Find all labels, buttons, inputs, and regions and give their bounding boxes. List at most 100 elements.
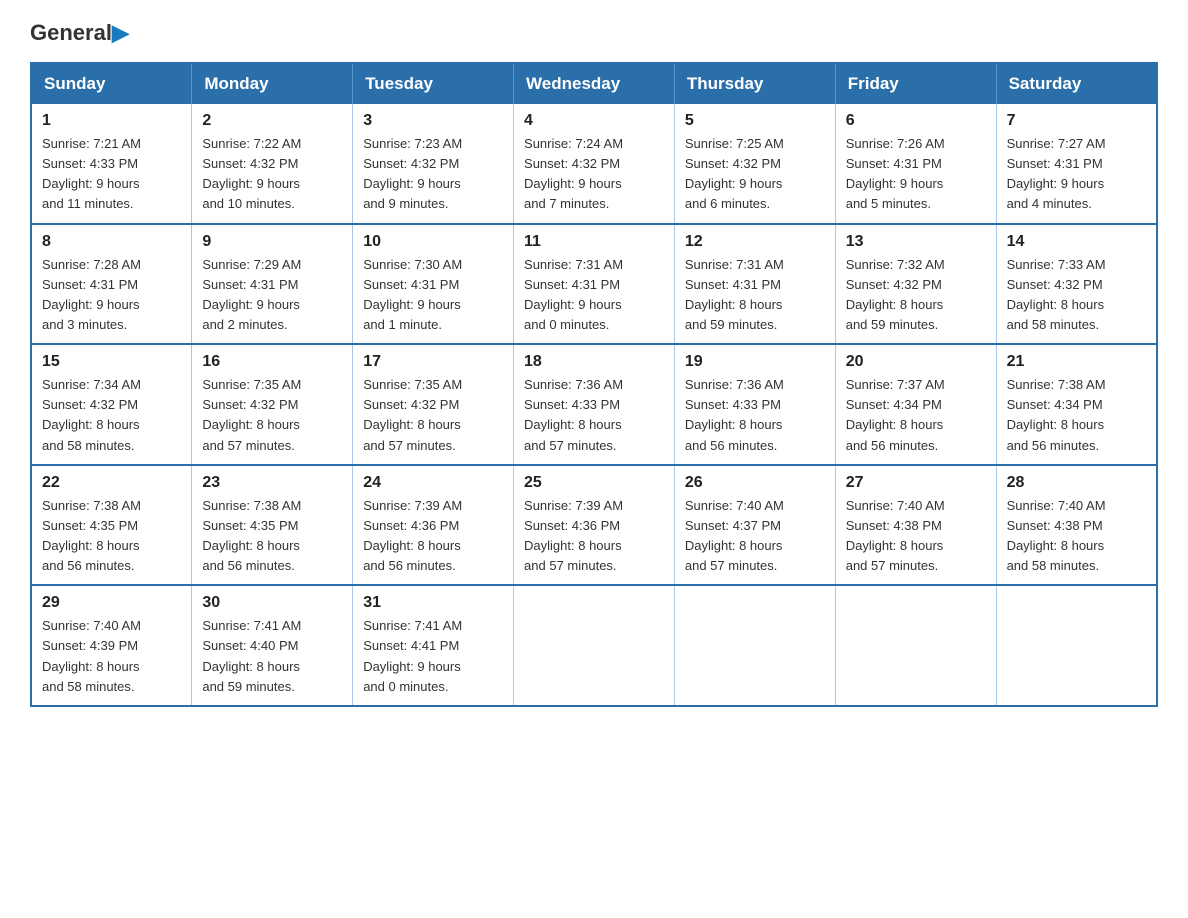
day-info: Sunrise: 7:39 AMSunset: 4:36 PMDaylight:… xyxy=(524,496,664,577)
day-info: Sunrise: 7:27 AMSunset: 4:31 PMDaylight:… xyxy=(1007,134,1146,215)
day-info: Sunrise: 7:31 AMSunset: 4:31 PMDaylight:… xyxy=(524,255,664,336)
calendar-cell: 6 Sunrise: 7:26 AMSunset: 4:31 PMDayligh… xyxy=(835,104,996,224)
calendar-cell: 3 Sunrise: 7:23 AMSunset: 4:32 PMDayligh… xyxy=(353,104,514,224)
day-info: Sunrise: 7:29 AMSunset: 4:31 PMDaylight:… xyxy=(202,255,342,336)
day-info: Sunrise: 7:22 AMSunset: 4:32 PMDaylight:… xyxy=(202,134,342,215)
calendar-cell: 26 Sunrise: 7:40 AMSunset: 4:37 PMDaylig… xyxy=(674,465,835,586)
calendar-cell: 1 Sunrise: 7:21 AMSunset: 4:33 PMDayligh… xyxy=(31,104,192,224)
day-number: 25 xyxy=(524,474,664,492)
calendar-cell: 7 Sunrise: 7:27 AMSunset: 4:31 PMDayligh… xyxy=(996,104,1157,224)
day-info: Sunrise: 7:35 AMSunset: 4:32 PMDaylight:… xyxy=(363,375,503,456)
day-info: Sunrise: 7:37 AMSunset: 4:34 PMDaylight:… xyxy=(846,375,986,456)
day-number: 28 xyxy=(1007,474,1146,492)
calendar-cell: 24 Sunrise: 7:39 AMSunset: 4:36 PMDaylig… xyxy=(353,465,514,586)
day-info: Sunrise: 7:31 AMSunset: 4:31 PMDaylight:… xyxy=(685,255,825,336)
calendar-cell: 21 Sunrise: 7:38 AMSunset: 4:34 PMDaylig… xyxy=(996,344,1157,465)
day-info: Sunrise: 7:28 AMSunset: 4:31 PMDaylight:… xyxy=(42,255,181,336)
day-number: 29 xyxy=(42,594,181,612)
day-number: 17 xyxy=(363,353,503,371)
calendar-cell: 12 Sunrise: 7:31 AMSunset: 4:31 PMDaylig… xyxy=(674,224,835,345)
calendar-cell: 16 Sunrise: 7:35 AMSunset: 4:32 PMDaylig… xyxy=(192,344,353,465)
day-number: 11 xyxy=(524,233,664,251)
day-info: Sunrise: 7:41 AMSunset: 4:41 PMDaylight:… xyxy=(363,616,503,697)
calendar-cell: 4 Sunrise: 7:24 AMSunset: 4:32 PMDayligh… xyxy=(514,104,675,224)
calendar-cell xyxy=(996,585,1157,706)
day-info: Sunrise: 7:26 AMSunset: 4:31 PMDaylight:… xyxy=(846,134,986,215)
day-info: Sunrise: 7:38 AMSunset: 4:35 PMDaylight:… xyxy=(202,496,342,577)
day-info: Sunrise: 7:40 AMSunset: 4:38 PMDaylight:… xyxy=(846,496,986,577)
calendar-cell: 25 Sunrise: 7:39 AMSunset: 4:36 PMDaylig… xyxy=(514,465,675,586)
day-number: 5 xyxy=(685,112,825,130)
calendar-cell: 19 Sunrise: 7:36 AMSunset: 4:33 PMDaylig… xyxy=(674,344,835,465)
day-info: Sunrise: 7:38 AMSunset: 4:34 PMDaylight:… xyxy=(1007,375,1146,456)
day-number: 9 xyxy=(202,233,342,251)
day-info: Sunrise: 7:40 AMSunset: 4:37 PMDaylight:… xyxy=(685,496,825,577)
day-number: 31 xyxy=(363,594,503,612)
day-number: 4 xyxy=(524,112,664,130)
calendar-cell: 17 Sunrise: 7:35 AMSunset: 4:32 PMDaylig… xyxy=(353,344,514,465)
calendar-cell: 8 Sunrise: 7:28 AMSunset: 4:31 PMDayligh… xyxy=(31,224,192,345)
calendar-week-row: 15 Sunrise: 7:34 AMSunset: 4:32 PMDaylig… xyxy=(31,344,1157,465)
day-info: Sunrise: 7:36 AMSunset: 4:33 PMDaylight:… xyxy=(524,375,664,456)
calendar-cell xyxy=(674,585,835,706)
column-header-thursday: Thursday xyxy=(674,63,835,104)
calendar-cell: 29 Sunrise: 7:40 AMSunset: 4:39 PMDaylig… xyxy=(31,585,192,706)
calendar-cell xyxy=(835,585,996,706)
calendar-cell: 30 Sunrise: 7:41 AMSunset: 4:40 PMDaylig… xyxy=(192,585,353,706)
day-number: 3 xyxy=(363,112,503,130)
day-info: Sunrise: 7:25 AMSunset: 4:32 PMDaylight:… xyxy=(685,134,825,215)
calendar-cell: 31 Sunrise: 7:41 AMSunset: 4:41 PMDaylig… xyxy=(353,585,514,706)
day-info: Sunrise: 7:36 AMSunset: 4:33 PMDaylight:… xyxy=(685,375,825,456)
logo-blue-text: ▶ xyxy=(112,20,129,46)
calendar-week-row: 29 Sunrise: 7:40 AMSunset: 4:39 PMDaylig… xyxy=(31,585,1157,706)
column-header-tuesday: Tuesday xyxy=(353,63,514,104)
calendar-cell: 9 Sunrise: 7:29 AMSunset: 4:31 PMDayligh… xyxy=(192,224,353,345)
calendar-cell: 23 Sunrise: 7:38 AMSunset: 4:35 PMDaylig… xyxy=(192,465,353,586)
calendar-cell: 18 Sunrise: 7:36 AMSunset: 4:33 PMDaylig… xyxy=(514,344,675,465)
day-number: 27 xyxy=(846,474,986,492)
logo: General ▶ xyxy=(30,20,129,42)
logo-general: General xyxy=(30,20,112,46)
day-number: 20 xyxy=(846,353,986,371)
day-number: 15 xyxy=(42,353,181,371)
page-header: General ▶ xyxy=(30,20,1158,42)
day-number: 21 xyxy=(1007,353,1146,371)
calendar-cell xyxy=(514,585,675,706)
calendar-week-row: 22 Sunrise: 7:38 AMSunset: 4:35 PMDaylig… xyxy=(31,465,1157,586)
column-header-friday: Friday xyxy=(835,63,996,104)
column-header-wednesday: Wednesday xyxy=(514,63,675,104)
calendar-cell: 22 Sunrise: 7:38 AMSunset: 4:35 PMDaylig… xyxy=(31,465,192,586)
day-number: 14 xyxy=(1007,233,1146,251)
day-info: Sunrise: 7:35 AMSunset: 4:32 PMDaylight:… xyxy=(202,375,342,456)
day-number: 2 xyxy=(202,112,342,130)
calendar-cell: 28 Sunrise: 7:40 AMSunset: 4:38 PMDaylig… xyxy=(996,465,1157,586)
day-info: Sunrise: 7:33 AMSunset: 4:32 PMDaylight:… xyxy=(1007,255,1146,336)
day-number: 24 xyxy=(363,474,503,492)
day-info: Sunrise: 7:32 AMSunset: 4:32 PMDaylight:… xyxy=(846,255,986,336)
calendar-cell: 27 Sunrise: 7:40 AMSunset: 4:38 PMDaylig… xyxy=(835,465,996,586)
day-number: 1 xyxy=(42,112,181,130)
column-header-sunday: Sunday xyxy=(31,63,192,104)
day-info: Sunrise: 7:34 AMSunset: 4:32 PMDaylight:… xyxy=(42,375,181,456)
day-number: 10 xyxy=(363,233,503,251)
calendar-cell: 20 Sunrise: 7:37 AMSunset: 4:34 PMDaylig… xyxy=(835,344,996,465)
day-number: 16 xyxy=(202,353,342,371)
day-info: Sunrise: 7:24 AMSunset: 4:32 PMDaylight:… xyxy=(524,134,664,215)
day-number: 19 xyxy=(685,353,825,371)
day-number: 6 xyxy=(846,112,986,130)
day-info: Sunrise: 7:30 AMSunset: 4:31 PMDaylight:… xyxy=(363,255,503,336)
calendar-cell: 10 Sunrise: 7:30 AMSunset: 4:31 PMDaylig… xyxy=(353,224,514,345)
calendar-header-row: SundayMondayTuesdayWednesdayThursdayFrid… xyxy=(31,63,1157,104)
calendar-cell: 5 Sunrise: 7:25 AMSunset: 4:32 PMDayligh… xyxy=(674,104,835,224)
day-info: Sunrise: 7:23 AMSunset: 4:32 PMDaylight:… xyxy=(363,134,503,215)
day-number: 26 xyxy=(685,474,825,492)
calendar-week-row: 1 Sunrise: 7:21 AMSunset: 4:33 PMDayligh… xyxy=(31,104,1157,224)
column-header-monday: Monday xyxy=(192,63,353,104)
day-number: 7 xyxy=(1007,112,1146,130)
day-info: Sunrise: 7:40 AMSunset: 4:39 PMDaylight:… xyxy=(42,616,181,697)
day-info: Sunrise: 7:21 AMSunset: 4:33 PMDaylight:… xyxy=(42,134,181,215)
calendar-cell: 14 Sunrise: 7:33 AMSunset: 4:32 PMDaylig… xyxy=(996,224,1157,345)
day-info: Sunrise: 7:39 AMSunset: 4:36 PMDaylight:… xyxy=(363,496,503,577)
day-number: 12 xyxy=(685,233,825,251)
day-info: Sunrise: 7:40 AMSunset: 4:38 PMDaylight:… xyxy=(1007,496,1146,577)
